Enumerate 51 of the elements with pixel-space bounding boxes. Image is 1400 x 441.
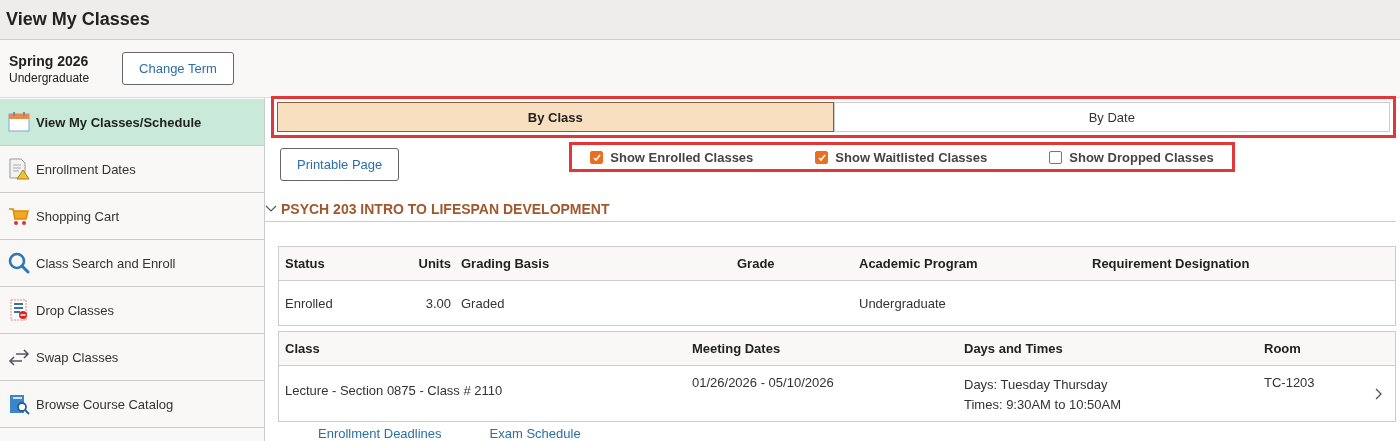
sidebar-item[interactable]: Shopping Cart	[0, 193, 264, 240]
search-icon	[8, 252, 30, 274]
tab[interactable]: By Class	[277, 102, 834, 132]
table-cell-text: TC-1203	[1264, 375, 1316, 390]
column-header: Units	[417, 256, 452, 271]
sidebar-item[interactable]: Drop Classes	[0, 287, 264, 334]
filter-checkbox[interactable]: Show Enrolled Classes	[590, 150, 754, 165]
link[interactable]: Enrollment Deadlines	[318, 426, 442, 441]
sidebar-item[interactable]: View My Classes/Schedule	[0, 99, 264, 146]
chevron-icon[interactable]	[265, 204, 277, 213]
table-cell-text: 01/26/2026 - 05/10/2026	[692, 375, 835, 390]
change-term-button[interactable]: Change Term	[122, 52, 234, 85]
document-warning-icon	[8, 158, 30, 180]
column-header: Class	[285, 341, 321, 356]
filter-checkbox[interactable]: Show Waitlisted Classes	[815, 150, 988, 165]
link[interactable]: Exam Schedule	[489, 426, 581, 441]
table-cell-text: Lecture - Section 0875 - Class # 2110	[285, 383, 504, 398]
checkbox[interactable]	[1049, 151, 1063, 164]
page-title: View My Classes	[6, 9, 150, 30]
checkbox[interactable]	[590, 151, 604, 164]
calendar-icon	[8, 111, 30, 133]
cart-icon	[8, 205, 30, 227]
swap-arrows-icon	[8, 346, 30, 368]
term-name: Spring 2026	[9, 52, 90, 69]
column-header: Academic Program	[859, 256, 979, 271]
term-career: Undergraduate	[9, 70, 90, 85]
column-header: Meeting Dates	[692, 341, 782, 356]
tab[interactable]: By Date	[833, 102, 1390, 132]
table-cell-text: Times: 9:30AM to 10:50AM	[964, 397, 1123, 412]
column-header: Days and Times	[964, 341, 1064, 356]
sidebar-item[interactable]: Enrollment Dates	[0, 146, 264, 193]
table-cell-text: 3.00	[424, 295, 452, 311]
checkbox[interactable]	[815, 151, 829, 164]
drop-list-icon	[8, 299, 30, 321]
catalog-search-icon	[8, 393, 30, 415]
table-cell-text: Undergraduate	[859, 295, 947, 311]
column-header: Grading Basis	[461, 256, 551, 271]
sidebar-item[interactable]: Swap Classes	[0, 334, 264, 381]
column-header: Grade	[736, 256, 776, 271]
column-header: Room	[1264, 341, 1302, 356]
column-header: Requirement Designation	[1092, 256, 1251, 271]
chevron-right-icon[interactable]	[1375, 388, 1383, 400]
printable-page-button[interactable]: Printable Page	[280, 148, 400, 181]
table-cell-text: Enrolled	[285, 295, 334, 311]
table-cell-text: Graded	[461, 295, 506, 311]
sidebar-item[interactable]: Class Search and Enroll	[0, 240, 264, 287]
column-header: Status	[285, 256, 326, 271]
sidebar-item[interactable]: Browse Course Catalog	[0, 381, 264, 428]
course-title[interactable]: PSYCH 203 INTRO TO LIFESPAN DEVELOPMENT	[281, 200, 610, 217]
filter-checkbox[interactable]: Show Dropped Classes	[1049, 150, 1214, 165]
table-cell-text: Days: Tuesday Thursday	[964, 377, 1109, 392]
